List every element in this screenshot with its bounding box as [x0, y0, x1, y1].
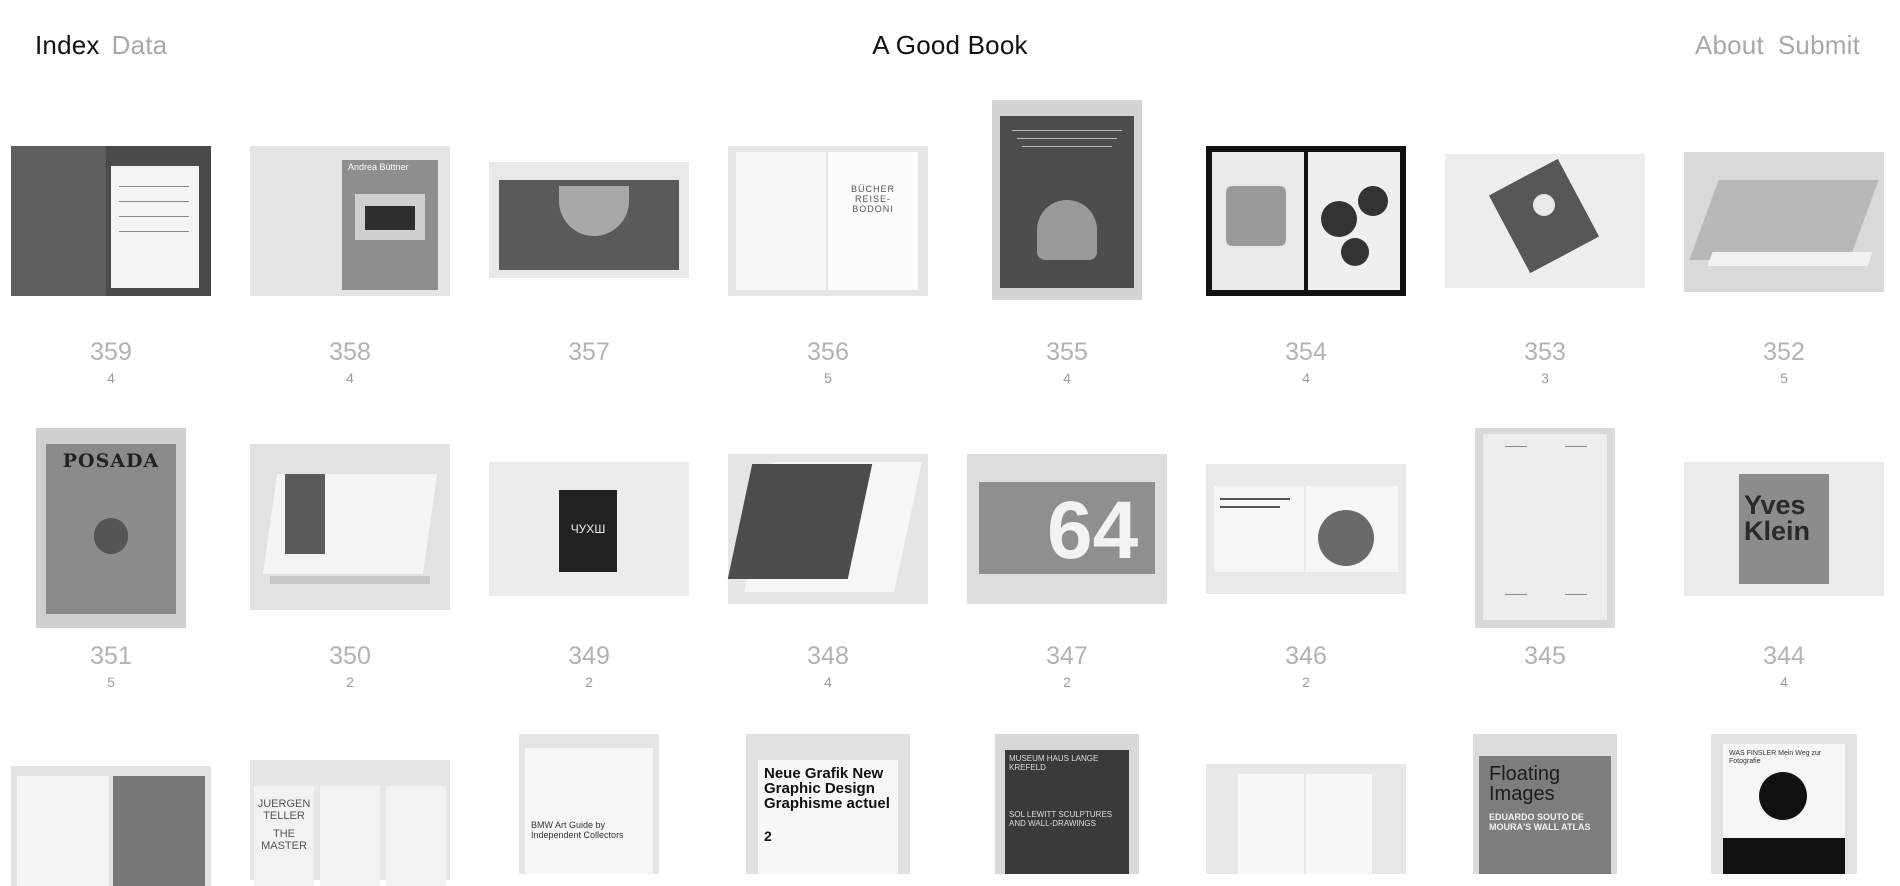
cover-title: BÜCHER REISE-BODONI [850, 184, 895, 214]
book-number: 352 [1763, 338, 1805, 366]
cover-subtitle: THE MASTER [261, 828, 307, 852]
book-number: 356 [807, 338, 849, 366]
cover-title: JUERGEN TELLER [257, 798, 311, 822]
book-number: 347 [1046, 642, 1088, 670]
book-card-row3-5[interactable]: MUSEUM HAUS LANGE KREFELD SOL LEWITT SCU… [967, 734, 1167, 874]
book-thumbnail[interactable]: POSADA [36, 428, 186, 628]
book-image-count: 2 [346, 674, 354, 690]
book-image-count: 2 [585, 674, 593, 690]
cover-title: Neue Grafik New Graphic Design Graphisme… [764, 765, 890, 812]
book-card-349[interactable]: ЧУХШ 349 2 [489, 428, 689, 708]
book-card-row3-8[interactable]: WAS FINSLER Mein Weg zur Fotografie [1684, 734, 1884, 874]
book-card-row3-6[interactable] [1206, 734, 1406, 874]
book-thumbnail[interactable] [11, 766, 211, 886]
book-number: 348 [807, 642, 849, 670]
book-card-358[interactable]: Andrea Büttner 358 4 [250, 100, 450, 390]
book-image-count: 2 [1302, 674, 1310, 690]
cover-title: WAS FINSLER Mein Weg zur Fotografie [1729, 750, 1822, 765]
book-thumbnail[interactable] [250, 444, 450, 610]
book-image-count: 5 [824, 370, 832, 386]
book-card-row3-4[interactable]: Neue Grafik New Graphic Design Graphisme… [728, 734, 928, 874]
book-card-355[interactable]: 355 4 [967, 100, 1167, 390]
cover-title: 64 [1047, 485, 1139, 576]
book-card-row3-7[interactable]: Floating Images EDUARDO SOUTO DE MOURA'S… [1445, 734, 1645, 874]
book-thumbnail[interactable]: BÜCHER REISE-BODONI [728, 146, 928, 296]
book-thumbnail[interactable]: MUSEUM HAUS LANGE KREFELD SOL LEWITT SCU… [995, 734, 1139, 874]
cover-title: POSADA [62, 450, 160, 472]
cover-subtitle: SOL LEWITT SCULPTURES AND WALL-DRAWINGS [1009, 810, 1113, 828]
book-thumbnail[interactable] [1206, 464, 1406, 594]
book-image-count: 4 [107, 370, 115, 386]
book-card-346[interactable]: 346 2 [1206, 428, 1406, 708]
book-image-count: 5 [1780, 370, 1788, 386]
book-thumbnail[interactable] [1684, 152, 1884, 292]
book-number: 344 [1763, 642, 1805, 670]
book-number: 350 [329, 642, 371, 670]
book-image-count: 4 [346, 370, 354, 386]
book-thumbnail[interactable]: Yves Klein [1684, 462, 1884, 596]
book-image-count: 3 [1541, 370, 1549, 386]
book-thumbnail[interactable]: JUERGEN TELLER THE MASTER [250, 760, 450, 886]
book-card-352[interactable]: 352 5 [1684, 100, 1884, 390]
book-image-count: 5 [107, 674, 115, 690]
book-number: 346 [1285, 642, 1327, 670]
book-card-row3-1[interactable] [11, 734, 211, 886]
book-thumbnail[interactable] [1206, 146, 1406, 296]
book-thumbnail[interactable]: WAS FINSLER Mein Weg zur Fotografie [1711, 734, 1857, 874]
book-thumbnail[interactable]: Neue Grafik New Graphic Design Graphisme… [746, 734, 910, 874]
cover-title: Floating Images [1489, 763, 1561, 805]
book-thumbnail[interactable]: BMW Art Guide by Independent Collectors [519, 734, 659, 874]
book-thumbnail[interactable] [489, 162, 689, 278]
cover-title: MUSEUM HAUS LANGE KREFELD [1009, 754, 1099, 772]
book-thumbnail[interactable] [727, 454, 928, 604]
book-card-357[interactable]: 357 [489, 100, 689, 390]
book-image-count: 4 [1780, 674, 1788, 690]
book-image-count: 4 [824, 674, 832, 690]
book-number: 349 [568, 642, 610, 670]
book-card-345[interactable]: 345 [1445, 428, 1645, 708]
book-card-350[interactable]: 350 2 [250, 428, 450, 708]
book-card-348[interactable]: 348 4 [727, 428, 928, 708]
cover-subtitle: EDUARDO SOUTO DE MOURA'S WALL ATLAS [1489, 812, 1591, 832]
book-image-count: 4 [1302, 370, 1310, 386]
cover-number: 2 [764, 828, 772, 844]
book-number: 355 [1046, 338, 1088, 366]
book-thumbnail[interactable] [1475, 428, 1615, 628]
cover-title: Yves Klein [1744, 490, 1811, 546]
book-grid: 359 4 Andrea Büttner 358 4 357 BÜCHER RE… [0, 0, 1900, 886]
book-thumbnail[interactable]: Andrea Büttner [250, 146, 450, 296]
book-number: 354 [1285, 338, 1327, 366]
book-card-353[interactable]: 353 3 [1445, 100, 1645, 390]
book-thumbnail[interactable]: ЧУХШ [489, 462, 689, 596]
book-card-359[interactable]: 359 4 [11, 100, 211, 390]
book-card-row3-2[interactable]: JUERGEN TELLER THE MASTER [250, 734, 450, 886]
book-thumbnail[interactable] [1445, 154, 1645, 288]
book-number: 357 [568, 338, 610, 366]
book-thumbnail[interactable] [11, 146, 211, 296]
book-card-row3-3[interactable]: BMW Art Guide by Independent Collectors [489, 734, 689, 874]
cover-title: ЧУХШ [570, 522, 606, 536]
book-card-347[interactable]: 64 347 2 [967, 428, 1167, 708]
book-thumbnail[interactable] [1206, 764, 1406, 874]
book-card-351[interactable]: POSADA 351 5 [11, 428, 211, 708]
book-image-count: 4 [1063, 370, 1071, 386]
book-card-344[interactable]: Yves Klein 344 4 [1684, 428, 1884, 708]
book-thumbnail[interactable]: 64 [967, 454, 1167, 604]
book-thumbnail[interactable]: Floating Images EDUARDO SOUTO DE MOURA'S… [1473, 734, 1617, 874]
cover-title: BMW Art Guide by Independent Collectors [531, 820, 624, 840]
book-image-count: 2 [1063, 674, 1071, 690]
book-thumbnail[interactable] [992, 100, 1142, 300]
book-card-356[interactable]: BÜCHER REISE-BODONI 356 5 [728, 100, 928, 390]
book-number: 351 [90, 642, 132, 670]
book-number: 359 [90, 338, 132, 366]
cover-author: Andrea Büttner [348, 162, 409, 172]
book-number: 353 [1524, 338, 1566, 366]
book-card-354[interactable]: 354 4 [1206, 100, 1406, 390]
book-number: 358 [329, 338, 371, 366]
book-number: 345 [1524, 642, 1566, 670]
